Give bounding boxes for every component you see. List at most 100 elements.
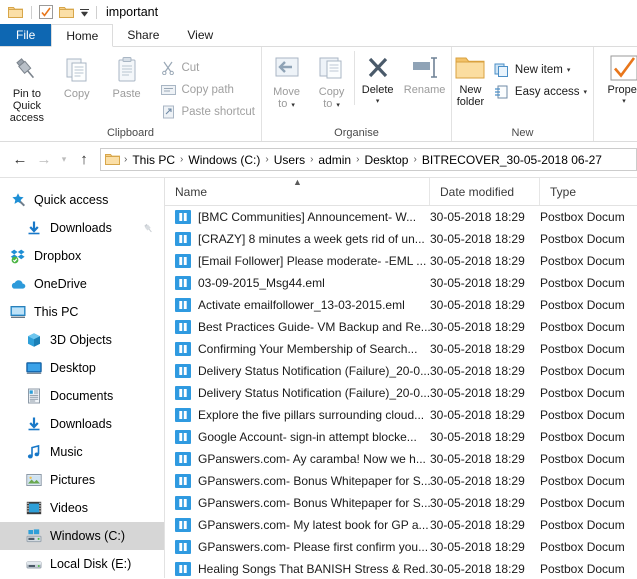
sidebar-item-music[interactable]: Music xyxy=(0,438,164,466)
easy-access-button[interactable]: Easy access ▾ xyxy=(489,81,591,103)
copy-button[interactable]: Copy xyxy=(52,51,102,100)
sidebar-item-pictures[interactable]: Pictures xyxy=(0,466,164,494)
breadcrumb-item-this-pc[interactable]: This PC xyxy=(129,153,178,167)
delete-button[interactable]: Delete ▾ xyxy=(354,51,400,105)
sidebar-item-videos[interactable]: Videos xyxy=(0,494,164,522)
tab-file[interactable]: File xyxy=(0,24,52,46)
customize-quick-access-chevron[interactable] xyxy=(77,5,91,19)
file-type-cell: Postbox Docum xyxy=(540,276,625,290)
breadcrumb-item-current-folder[interactable]: BITRECOVER_30-05-2018 06-27 xyxy=(419,153,605,167)
sidebar-item-desktop[interactable]: Desktop xyxy=(0,354,164,382)
table-row[interactable]: Confirming Your Membership of Search... 3… xyxy=(165,338,637,360)
recent-locations-button[interactable]: ▾ xyxy=(56,148,72,172)
file-name-label: Google Account- sign-in attempt blocke..… xyxy=(198,430,417,444)
sidebar-item-quick-access[interactable]: Quick access xyxy=(0,186,164,214)
sidebar-item-downloads[interactable]: Downloads xyxy=(0,410,164,438)
sidebar-item-label: This PC xyxy=(34,305,79,319)
easy-access-dropdown-caret[interactable]: ▾ xyxy=(583,88,587,96)
paste-shortcut-label: Paste shortcut xyxy=(181,106,255,118)
file-name-label: GPanswers.com- My latest book for GP a..… xyxy=(198,518,429,532)
rename-button[interactable]: Rename xyxy=(400,51,449,96)
sidebar-item-documents[interactable]: Documents xyxy=(0,382,164,410)
breadcrumb-item-admin[interactable]: admin xyxy=(315,153,354,167)
postbox-document-icon xyxy=(175,275,191,291)
file-name-cell: Google Account- sign-in attempt blocke..… xyxy=(165,429,430,445)
table-row[interactable]: Delivery Status Notification (Failure)_2… xyxy=(165,360,637,382)
table-row[interactable]: 03-09-2015_Msg44.eml 30-05-2018 18:29 Post… xyxy=(165,272,637,294)
tab-view[interactable]: View xyxy=(173,24,227,46)
breadcrumb-item-desktop[interactable]: Desktop xyxy=(361,153,411,167)
column-header-name[interactable]: ▲ Name xyxy=(165,178,430,205)
sidebar-item-this-pc[interactable]: This PC xyxy=(0,298,164,326)
sidebar-item-dropbox[interactable]: Dropbox xyxy=(0,242,164,270)
pin-icon[interactable] xyxy=(143,223,154,234)
file-name-cell: GPanswers.com- Please first confirm you.… xyxy=(165,539,430,555)
paste-icon xyxy=(118,57,136,82)
tab-share[interactable]: Share xyxy=(113,24,173,46)
up-button[interactable]: ↑ xyxy=(72,148,96,172)
move-to-button[interactable]: Move to ▾ xyxy=(264,51,309,112)
move-to-dropdown-caret[interactable]: ▾ xyxy=(291,102,295,109)
forward-button[interactable]: → xyxy=(32,148,56,172)
breadcrumb[interactable]: › This PC › Windows (C:) › Users › admin… xyxy=(100,148,637,171)
rename-icon xyxy=(412,57,437,78)
file-name-cell: Delivery Status Notification (Failure)_2… xyxy=(165,385,430,401)
copy-to-dropdown-caret[interactable]: ▾ xyxy=(336,102,340,109)
properties-dropdown-caret[interactable]: ▾ xyxy=(622,97,626,105)
pin-to-quick-access-button[interactable]: Pin to Quick access xyxy=(2,51,52,124)
copy-to-icon xyxy=(319,57,342,79)
back-button[interactable]: ← xyxy=(8,148,32,172)
paste-shortcut-button[interactable]: Paste shortcut xyxy=(155,101,259,123)
new-folder-icon[interactable] xyxy=(57,3,75,21)
sidebar-item-onedrive[interactable]: OneDrive xyxy=(0,270,164,298)
file-name-cell: Delivery Status Notification (Failure)_2… xyxy=(165,363,430,379)
new-item-button[interactable]: New item ▾ xyxy=(489,59,591,81)
new-folder-button[interactable]: New folder xyxy=(454,51,487,108)
sidebar-item-label: Videos xyxy=(50,501,88,515)
folder-icon[interactable] xyxy=(6,3,24,21)
table-row[interactable]: Explore the five pillars surrounding clo… xyxy=(165,404,637,426)
column-header-type[interactable]: Type xyxy=(540,178,637,205)
column-header-date-modified[interactable]: Date modified xyxy=(430,178,540,205)
cut-button[interactable]: Cut xyxy=(155,57,259,79)
table-row[interactable]: Best Practices Guide- VM Backup and Re..… xyxy=(165,316,637,338)
properties-icon[interactable] xyxy=(37,3,55,21)
copy-path-button[interactable]: Copy path xyxy=(155,79,259,101)
breadcrumb-item-users[interactable]: Users xyxy=(271,153,308,167)
file-name-cell: GPanswers.com- Bonus Whitepaper for S... xyxy=(165,473,430,489)
file-type-cell: Postbox Docum xyxy=(540,320,625,334)
move-to-label-line2: to xyxy=(278,98,288,110)
tab-home[interactable]: Home xyxy=(51,24,114,47)
table-row[interactable]: GPanswers.com- Bonus Whitepaper for S...… xyxy=(165,470,637,492)
delete-dropdown-caret[interactable]: ▾ xyxy=(376,97,380,105)
table-row[interactable]: Google Account- sign-in attempt blocke..… xyxy=(165,426,637,448)
new-item-dropdown-caret[interactable]: ▾ xyxy=(567,66,571,74)
breadcrumb-item-windows-c[interactable]: Windows (C:) xyxy=(185,153,263,167)
table-row[interactable]: Activate emailfollower_13-03-2015.eml 30-… xyxy=(165,294,637,316)
copy-to-button[interactable]: Copy to ▾ xyxy=(309,51,354,112)
table-row[interactable]: Delivery Status Notification (Failure)_2… xyxy=(165,382,637,404)
file-date-modified-cell: 30-05-2018 18:29 xyxy=(430,518,525,532)
sidebar-item-windows-c[interactable]: Windows (C:) xyxy=(0,522,164,550)
table-row[interactable]: [Email Follower] Please moderate- -EML .… xyxy=(165,250,637,272)
postbox-document-icon xyxy=(175,451,191,467)
table-row[interactable]: Healing Songs That BANISH Stress & Red..… xyxy=(165,558,637,578)
paste-button[interactable]: Paste xyxy=(102,51,152,100)
table-row[interactable]: GPanswers.com- Ay caramba! Now we h... 30… xyxy=(165,448,637,470)
file-name-label: 03-09-2015_Msg44.eml xyxy=(198,276,325,290)
cube-icon xyxy=(24,331,44,349)
ribbon-group-open-label xyxy=(596,125,637,141)
sidebar-item-downloads-quick[interactable]: Downloads xyxy=(0,214,164,242)
table-row[interactable]: GPanswers.com- My latest book for GP a..… xyxy=(165,514,637,536)
copy-label: Copy xyxy=(63,88,90,100)
properties-button[interactable]: Proper ▾ xyxy=(596,51,637,105)
postbox-document-icon xyxy=(175,231,191,247)
sidebar-item-local-disk-e[interactable]: Local Disk (E:) xyxy=(0,550,164,578)
table-row[interactable]: [BMC Communities] Announcement- W... 30-0… xyxy=(165,206,637,228)
postbox-document-icon xyxy=(175,561,191,577)
table-row[interactable]: GPanswers.com- Bonus Whitepaper for S...… xyxy=(165,492,637,514)
sidebar-item-3d-objects[interactable]: 3D Objects xyxy=(0,326,164,354)
file-type-cell: Postbox Docum xyxy=(540,254,625,268)
table-row[interactable]: GPanswers.com- Please first confirm you.… xyxy=(165,536,637,558)
table-row[interactable]: [CRAZY] 8 minutes a week gets rid of un.… xyxy=(165,228,637,250)
